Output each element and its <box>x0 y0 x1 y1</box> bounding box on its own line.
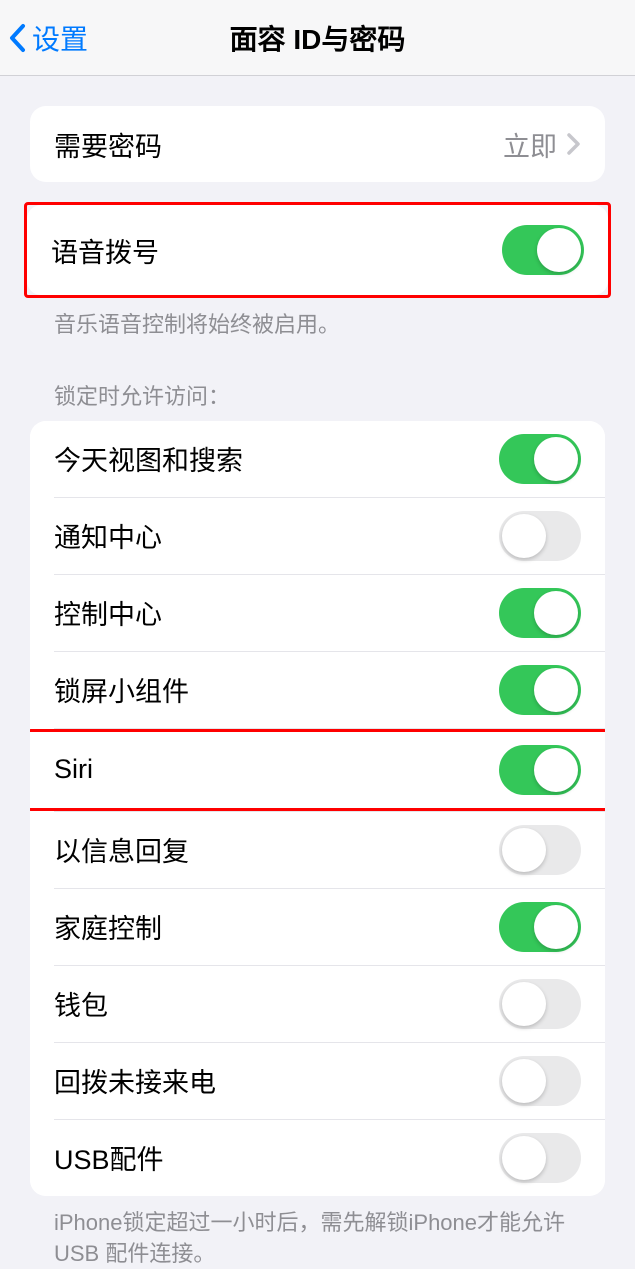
passcode-required-value: 立即 <box>503 125 557 164</box>
lock-widgets-toggle[interactable] <box>499 665 581 715</box>
lock-access-row-usb: USB配件 <box>30 1120 605 1196</box>
lock-access-label: 通知中心 <box>54 516 162 555</box>
voice-dial-label: 语音拨号 <box>51 231 159 270</box>
chevron-right-icon <box>567 133 581 155</box>
wallet-toggle[interactable] <box>499 979 581 1029</box>
lock-access-label: 锁屏小组件 <box>54 670 189 709</box>
voice-dial-row: 语音拨号 <box>27 205 608 295</box>
lock-access-label: 控制中心 <box>54 593 162 632</box>
lock-access-row-wallet: 钱包 <box>30 966 605 1042</box>
lock-access-row-notification: 通知中心 <box>30 498 605 574</box>
voice-dial-footer: 音乐语音控制将始终被启用。 <box>30 298 605 341</box>
passcode-required-row[interactable]: 需要密码 立即 <box>30 106 605 182</box>
return-missed-calls-toggle[interactable] <box>499 1056 581 1106</box>
control-center-toggle[interactable] <box>499 588 581 638</box>
passcode-required-group: 需要密码 立即 <box>30 106 605 182</box>
lock-access-group: 今天视图和搜索 通知中心 控制中心 锁屏小组件 Siri 以信息回复 <box>30 421 605 1196</box>
page-title: 面容 ID与密码 <box>230 18 406 58</box>
today-view-toggle[interactable] <box>499 434 581 484</box>
chevron-left-icon <box>8 23 26 53</box>
lock-access-label: 回拨未接来电 <box>54 1061 216 1100</box>
lock-access-row-home: 家庭控制 <box>30 889 605 965</box>
back-label: 设置 <box>32 18 88 58</box>
lock-access-row-callback: 回拨未接来电 <box>30 1043 605 1119</box>
passcode-required-label: 需要密码 <box>54 125 162 164</box>
lock-access-footer: iPhone锁定超过一小时后，需先解锁iPhone才能允许 USB 配件连接。 <box>30 1196 605 1269</box>
reply-message-toggle[interactable] <box>499 825 581 875</box>
usb-accessories-toggle[interactable] <box>499 1133 581 1183</box>
voice-dial-toggle[interactable] <box>502 225 584 275</box>
lock-access-row-today: 今天视图和搜索 <box>30 421 605 497</box>
lock-access-label: 家庭控制 <box>54 907 162 946</box>
notification-center-toggle[interactable] <box>499 511 581 561</box>
nav-header: 设置 面容 ID与密码 <box>0 0 635 76</box>
lock-access-label: 钱包 <box>54 984 108 1023</box>
siri-toggle[interactable] <box>499 745 581 795</box>
home-control-toggle[interactable] <box>499 902 581 952</box>
lock-access-row-control: 控制中心 <box>30 575 605 651</box>
voice-dial-group: 语音拨号 <box>27 205 608 295</box>
lock-access-header: 锁定时允许访问： <box>30 341 605 421</box>
lock-access-label: USB配件 <box>54 1138 164 1177</box>
lock-access-row-siri: Siri <box>30 732 605 808</box>
highlight-siri: Siri <box>30 729 605 811</box>
lock-access-label: Siri <box>54 754 93 785</box>
lock-access-label: 以信息回复 <box>54 830 189 869</box>
highlight-voice-dial: 语音拨号 <box>24 202 611 298</box>
lock-access-label: 今天视图和搜索 <box>54 439 243 478</box>
back-button[interactable]: 设置 <box>0 18 88 58</box>
lock-access-row-widgets: 锁屏小组件 <box>30 652 605 728</box>
lock-access-row-reply: 以信息回复 <box>30 812 605 888</box>
